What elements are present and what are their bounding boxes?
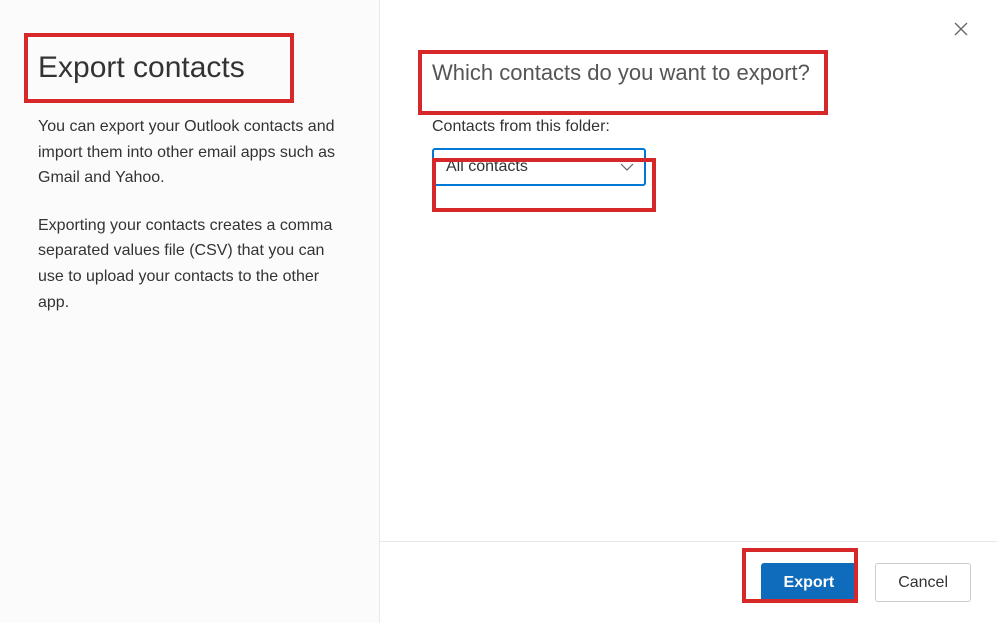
close-button[interactable]: [947, 16, 975, 44]
cancel-button[interactable]: Cancel: [875, 563, 971, 602]
dialog-footer: Export Cancel: [380, 541, 997, 623]
export-button[interactable]: Export: [761, 563, 858, 602]
folder-select-wrapper: All contacts: [432, 148, 646, 186]
folder-select[interactable]: All contacts: [432, 148, 646, 186]
left-panel: Export contacts You can export your Outl…: [0, 0, 380, 623]
right-panel: Which contacts do you want to export? Co…: [380, 0, 997, 623]
right-content: Which contacts do you want to export? Co…: [432, 60, 949, 591]
description-paragraph-2: Exporting your contacts creates a comma …: [38, 213, 347, 315]
description-paragraph-1: You can export your Outlook contacts and…: [38, 114, 347, 191]
question-heading: Which contacts do you want to export?: [432, 60, 949, 86]
close-icon: [954, 22, 968, 39]
page-title: Export contacts: [38, 50, 347, 86]
folder-label: Contacts from this folder:: [432, 118, 949, 136]
folder-select-value: All contacts: [446, 158, 528, 176]
export-contacts-dialog: Export contacts You can export your Outl…: [0, 0, 997, 623]
